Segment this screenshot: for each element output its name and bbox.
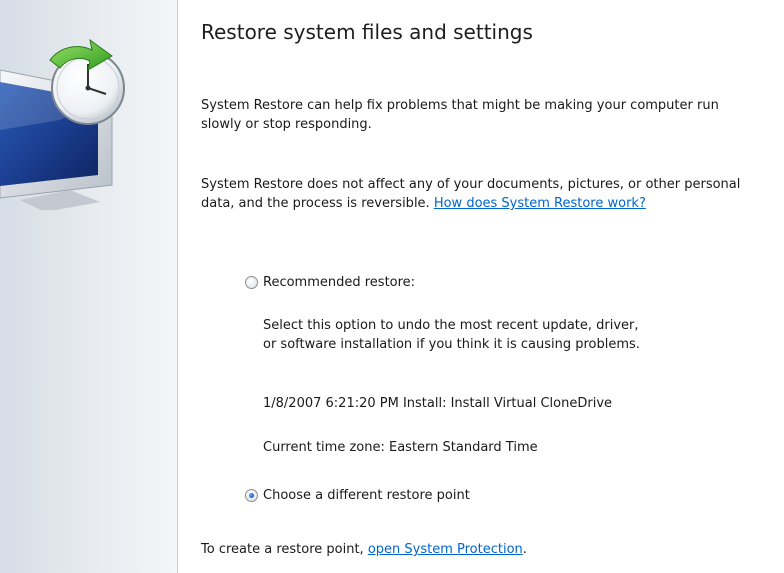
different-restore-point-radio[interactable] bbox=[245, 488, 258, 502]
page-title: Restore system files and settings bbox=[201, 20, 533, 44]
recommended-description-line-2: or software installation if you think it… bbox=[263, 337, 640, 352]
system-restore-page: Restore system files and settings System… bbox=[0, 0, 784, 573]
how-does-system-restore-work-link[interactable]: How does System Restore work? bbox=[434, 196, 646, 211]
intro-paragraph-1: System Restore can help fix problems tha… bbox=[201, 98, 719, 132]
recommended-restore-option[interactable]: Recommended restore: bbox=[245, 272, 415, 292]
create-restore-point-suffix: . bbox=[522, 542, 527, 557]
system-restore-icon bbox=[0, 38, 125, 210]
different-restore-point-label[interactable]: Choose a different restore point bbox=[263, 488, 470, 503]
create-restore-point-prefix: To create a restore point, bbox=[201, 542, 368, 557]
recommended-restore-point: 1/8/2007 6:21:20 PM Install: Install Vir… bbox=[263, 396, 613, 411]
different-restore-point-option[interactable]: Choose a different restore point bbox=[245, 485, 470, 505]
main-content: Restore system files and settings System… bbox=[201, 0, 771, 573]
recommended-restore-radio[interactable] bbox=[245, 275, 258, 289]
create-restore-point-text: To create a restore point, open System P… bbox=[201, 540, 527, 559]
open-system-protection-link[interactable]: open System Protection bbox=[368, 542, 523, 557]
side-panel bbox=[0, 0, 178, 573]
recommended-description-line-1: Select this option to undo the most rece… bbox=[263, 318, 639, 333]
recommended-restore-description: Select this option to undo the most rece… bbox=[263, 316, 640, 354]
current-time-zone: Current time zone: Eastern Standard Time bbox=[263, 440, 538, 455]
intro-paragraph-2: System Restore does not affect any of yo… bbox=[201, 175, 766, 213]
recommended-restore-label[interactable]: Recommended restore: bbox=[263, 275, 415, 290]
